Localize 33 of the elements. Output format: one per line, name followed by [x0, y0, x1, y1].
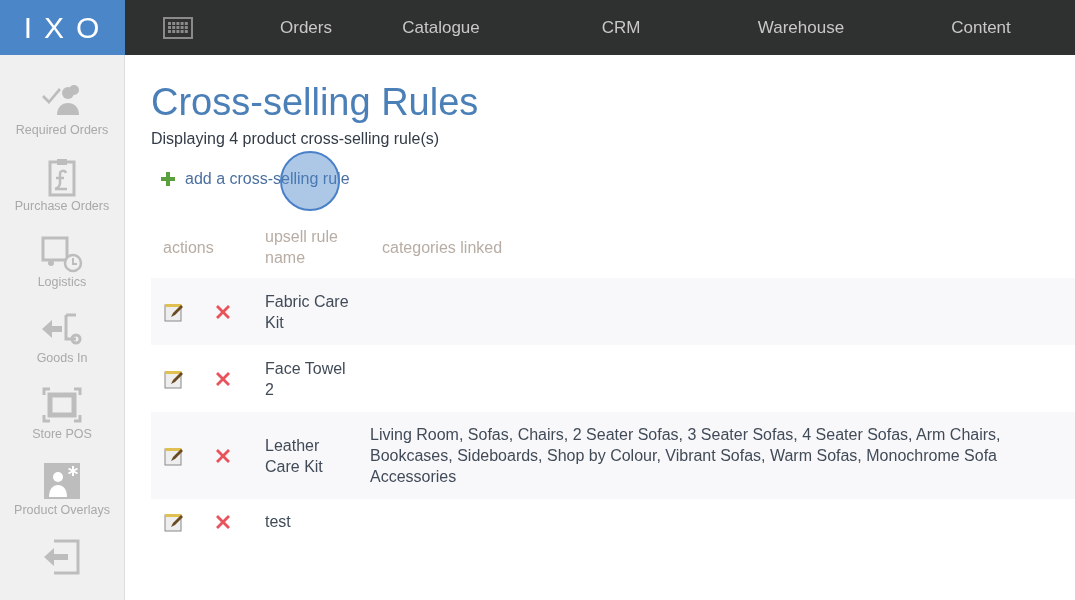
sidebar-item[interactable]: Goods In: [36, 351, 88, 365]
column-header: actions: [163, 237, 214, 258]
rule-name: Leather Care Kit: [264, 435, 324, 477]
calendar-grid-icon[interactable]: [163, 16, 193, 39]
page-title: Cross-selling Rules: [151, 81, 480, 124]
sidebar-item[interactable]: Purchase Orders: [14, 199, 110, 213]
delete-icon[interactable]: [214, 302, 232, 321]
nav-link[interactable]: Warehouse: [711, 17, 891, 38]
sidebar-item[interactable]: Required Orders: [15, 123, 109, 137]
edit-icon[interactable]: [164, 368, 184, 389]
subtitle: Displaying 4 product cross-selling rule(s): [151, 130, 441, 148]
delete-icon[interactable]: [214, 446, 232, 465]
column-header: categories linked: [382, 237, 503, 258]
delete-icon[interactable]: [214, 512, 232, 531]
edit-icon[interactable]: [164, 301, 184, 322]
nav-link[interactable]: CRM: [531, 17, 711, 38]
nav-link[interactable]: Orders: [261, 17, 351, 38]
nav-link[interactable]: Catalogue: [351, 17, 531, 38]
column-header: upsell rule name: [265, 227, 339, 268]
sidebar-item[interactable]: Store POS: [32, 427, 92, 441]
categories-text: Living Room, Sofas, Chairs, 2 Seater Sofas, 3 Seater Sofas, 4 Seater Sofas, Arm Chairs, Bookcases, Sideboards, Shop by Colour, Vibrant Sofas, Warm Sofas, Monochrome Sofa Accessories: [370, 425, 1001, 487]
sidebar-item[interactable]: Product Overlays: [14, 503, 110, 517]
screen-frame-icon: [40, 385, 84, 425]
rule-name: Face Towel 2: [264, 358, 347, 400]
rule-name: Fabric Care Kit: [264, 291, 350, 333]
delete-icon[interactable]: [214, 369, 232, 388]
sidebar-item[interactable]: Logistics: [37, 275, 87, 289]
edit-icon[interactable]: [164, 511, 184, 532]
edit-icon[interactable]: [164, 445, 184, 466]
logo[interactable]: IXO: [0, 0, 125, 55]
nav-link[interactable]: Content: [891, 17, 1071, 38]
rule-name: test: [264, 512, 292, 532]
plus-icon: [161, 172, 175, 186]
